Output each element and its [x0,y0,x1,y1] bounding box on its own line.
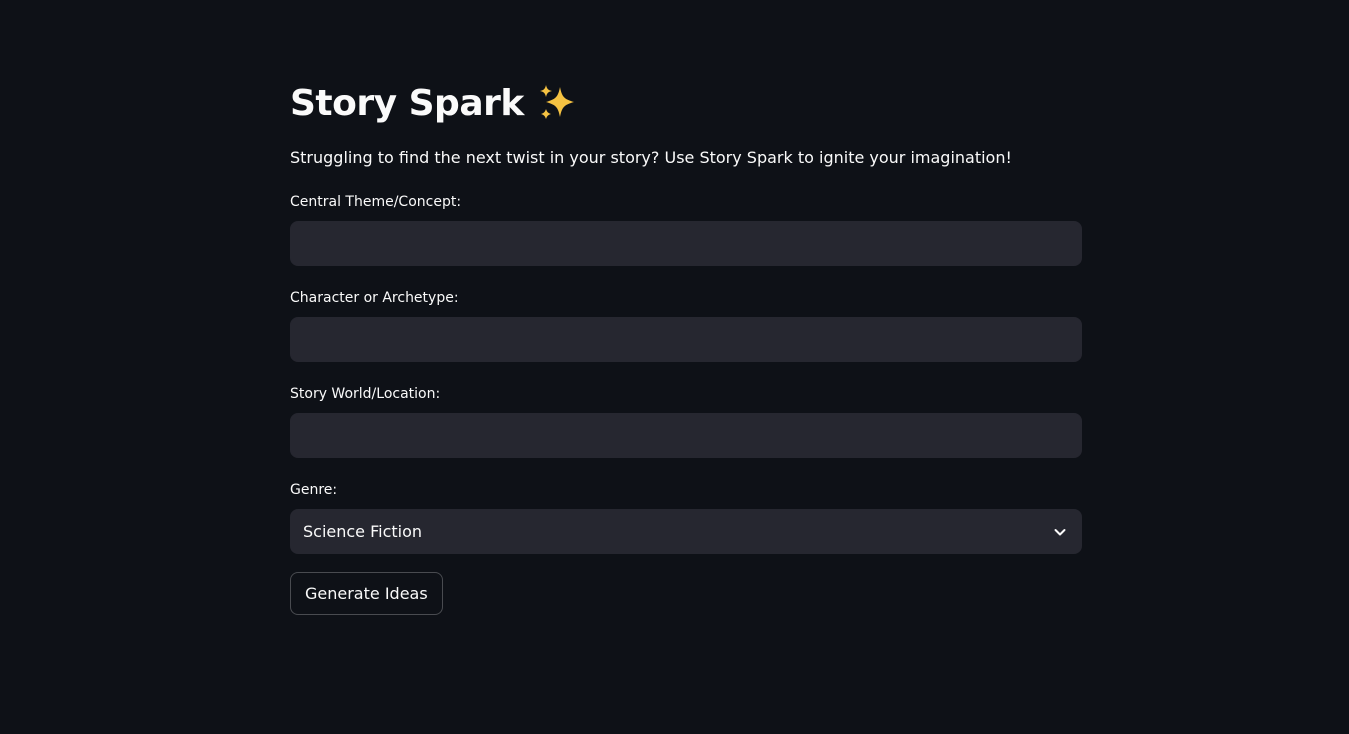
chevron-down-icon [1052,524,1068,540]
world-field: Story World/Location: [290,384,1082,458]
world-input[interactable] [290,413,1082,458]
character-field: Character or Archetype: [290,288,1082,362]
page-subtitle: Struggling to find the next twist in you… [290,148,1012,167]
genre-select[interactable]: Science Fiction [290,509,1082,554]
sparkles-icon [536,81,580,125]
character-label: Character or Archetype: [290,290,459,306]
theme-input[interactable] [290,221,1082,266]
generate-ideas-button[interactable]: Generate Ideas [290,572,443,615]
main-content: Story Spark Struggling to find the next … [290,76,1082,615]
character-input[interactable] [290,317,1082,362]
genre-selected-value: Science Fiction [303,522,423,541]
title-row: Story Spark [290,76,1082,130]
app-page: Story Spark Struggling to find the next … [0,0,1349,734]
genre-field: Genre: Science Fiction [290,480,1082,554]
genre-label: Genre: [290,482,338,498]
theme-field: Central Theme/Concept: [290,192,1082,266]
theme-label: Central Theme/Concept: [290,194,462,210]
world-label: Story World/Location: [290,386,441,402]
page-title: Story Spark [290,82,524,124]
